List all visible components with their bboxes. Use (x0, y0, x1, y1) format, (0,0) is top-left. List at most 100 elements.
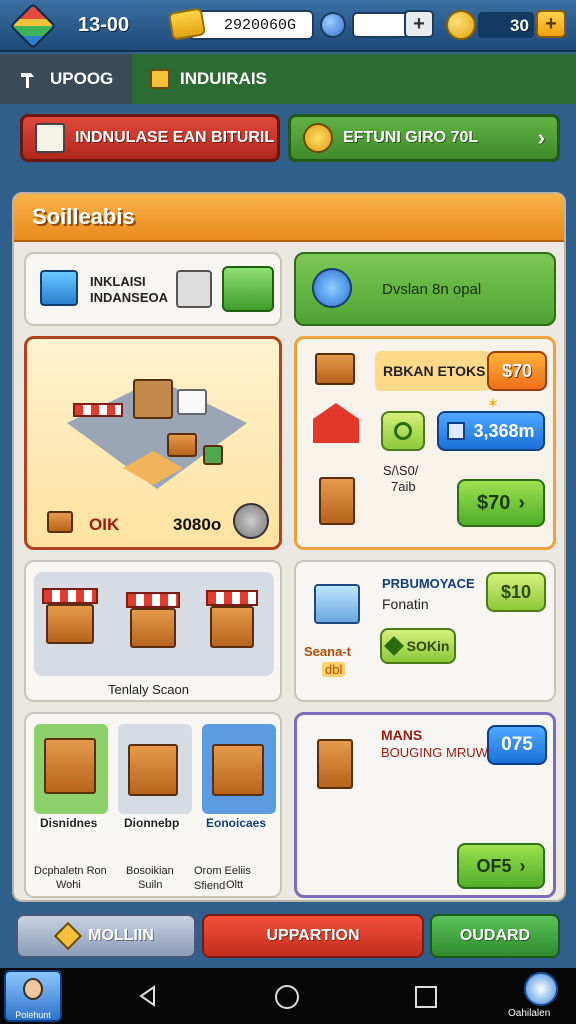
choice-2-caption-2: Suiln (138, 879, 163, 891)
shop-house-icon (313, 403, 359, 443)
coin-counter: 2920060G (188, 10, 314, 40)
mans-action-label: OF5 (476, 855, 512, 876)
supply-box-icon (317, 739, 353, 789)
choice-2-caption-1: Bosoikian (126, 865, 174, 877)
event-banner[interactable]: EFTUNI GIRO 70L › (288, 114, 560, 162)
shopping-cart-icon (314, 584, 360, 624)
nav-home-icon[interactable] (274, 984, 300, 1010)
panel-title: Soilleabis (14, 194, 564, 242)
plant-crate-icon (203, 445, 223, 465)
mans-counter[interactable]: 075 (487, 725, 547, 765)
industrial-base-label: INDNULASE EAN BITURIL (75, 129, 275, 146)
nav-recents-icon[interactable] (414, 985, 438, 1009)
buy-stock-label: $70 (476, 491, 511, 514)
shop-stall-2-icon (126, 592, 180, 608)
shop-stall-2-body (130, 608, 176, 648)
tab-industrial-label: INDUIRAIS (180, 69, 267, 88)
shops-card[interactable]: Tenlaly Scaon (24, 560, 282, 702)
game-logo-icon[interactable] (9, 2, 57, 50)
add-energy-button[interactable]: + (404, 10, 434, 38)
potion-icon (320, 12, 346, 38)
nav-back-icon[interactable] (136, 984, 160, 1008)
choice-2-cart-icon (128, 744, 178, 796)
mans-action-button[interactable]: OF5 › (457, 843, 545, 889)
gem-icon (446, 10, 476, 40)
choice-1-stall-icon (44, 738, 96, 794)
stock-amount-button[interactable]: 3,368m (437, 411, 545, 451)
tab-bar: UPOOG INDUIRAIS (0, 54, 576, 104)
room-tag: OIK (89, 515, 120, 534)
oudard-button[interactable]: OUDARD (430, 914, 560, 958)
chevron-right-icon: › (518, 491, 526, 514)
documents-button[interactable] (222, 266, 274, 312)
clock-icon[interactable] (524, 972, 558, 1006)
stocks-price-button[interactable]: $70 (487, 351, 547, 391)
mollin-button[interactable]: MOLLIIN (16, 914, 196, 958)
chevron-right-icon: › (519, 855, 526, 876)
choice-1-caption-1: Dcphaletn Ron (34, 865, 107, 877)
procurement-price-button[interactable]: $10 (486, 572, 546, 612)
leaf-button[interactable] (381, 411, 425, 451)
choice-1-badge: Disnidnes (38, 816, 100, 830)
stocks-title: RBKAN ETOKS (383, 363, 486, 379)
play-coin-icon (303, 123, 333, 153)
factory-icon (150, 69, 170, 89)
gem-amount: 30 (510, 16, 529, 35)
top-hud-bar: 13-00 2920060G + 30 + (0, 0, 576, 52)
shops-caption: Tenlaly Scaon (108, 682, 189, 697)
event-label: EFTUNI GIRO 70L (343, 129, 479, 146)
tab-industrial[interactable]: INDUIRAIS (132, 54, 576, 104)
info-line-2: INDANSEOA (90, 290, 169, 305)
factory-room-card[interactable]: OIK 3080o (24, 336, 282, 550)
avatar-face-icon (23, 978, 43, 1000)
ledger-icon (35, 123, 65, 153)
tab-upgrade[interactable]: UPOOG (0, 54, 132, 104)
stocks-card: RBKAN ETOKS $70 ✶ 3,368m S/\S0/ 7aib $70… (294, 336, 556, 550)
sokin-label: SOKin (406, 638, 450, 654)
shop-stall-3-icon (206, 590, 258, 606)
mans-title: MANS (381, 727, 423, 743)
buy-stock-button[interactable]: $70 › (457, 479, 545, 527)
choice-1-caption-2: Wohi (56, 879, 81, 891)
shelf-icon (133, 379, 173, 419)
player-avatar[interactable]: Polehunt (4, 970, 62, 1022)
desk-icon (167, 433, 197, 457)
choices-card: Disnidnes Dcphaletn Ron Wohi Dionnebp Bo… (24, 712, 282, 898)
sparkle-icon: ✶ (487, 395, 499, 411)
sokin-button[interactable]: SOKin (380, 628, 456, 664)
settings-gear-icon[interactable] (233, 503, 269, 539)
trade-label: Dvslan 8n opal (382, 281, 482, 298)
industrial-base-banner[interactable]: INDNULASE EAN BITURIL (20, 114, 280, 162)
diamond-icon (383, 636, 404, 656)
add-gems-button[interactable]: + (536, 10, 566, 38)
tag-icon (53, 921, 83, 951)
procurement-subtitle: Fonatin (382, 596, 429, 612)
room-value: 3080o (173, 515, 222, 534)
choice-3-caption-2: Oltt (226, 879, 244, 891)
mans-card: MANS BOUGING MRUW 075 OF5 › (294, 712, 556, 898)
mollin-label: MOLLIIN (88, 927, 154, 944)
upgrade-action-button[interactable]: UPPARTION (202, 914, 424, 958)
cube-icon (447, 422, 466, 440)
stock-amount: 3,368m (473, 420, 535, 441)
procurement-side-label: Seana-t (304, 644, 351, 659)
chevron-right-icon: › (537, 125, 545, 150)
stock-boxes-icon (315, 353, 355, 385)
stock-note-2: 7aib (391, 479, 416, 494)
stock-note-1: S/\S0/ (383, 463, 419, 478)
shop-stall-3-body (210, 606, 254, 648)
tab-upgrade-label: UPOOG (50, 69, 114, 88)
shop-stall-1-body (46, 604, 94, 644)
info-card[interactable]: INKLAISI INDANSEOA (24, 252, 282, 326)
trade-card[interactable]: Dvslan 8n opal (294, 252, 556, 326)
choice-3-badge: Eonoicaes (204, 816, 269, 830)
avatar-label: Polehunt (15, 1010, 51, 1020)
package-icon (319, 477, 355, 525)
player-level: 13-00 (78, 14, 130, 36)
corner-label: Oahilalen (508, 1008, 551, 1019)
leaf-icon (394, 422, 412, 440)
procurement-title: PRBUMOYACE (382, 576, 475, 591)
window-icon (177, 389, 207, 415)
choice-2-badge: Dionnebp (122, 816, 182, 830)
blueprint-icon (40, 270, 78, 306)
